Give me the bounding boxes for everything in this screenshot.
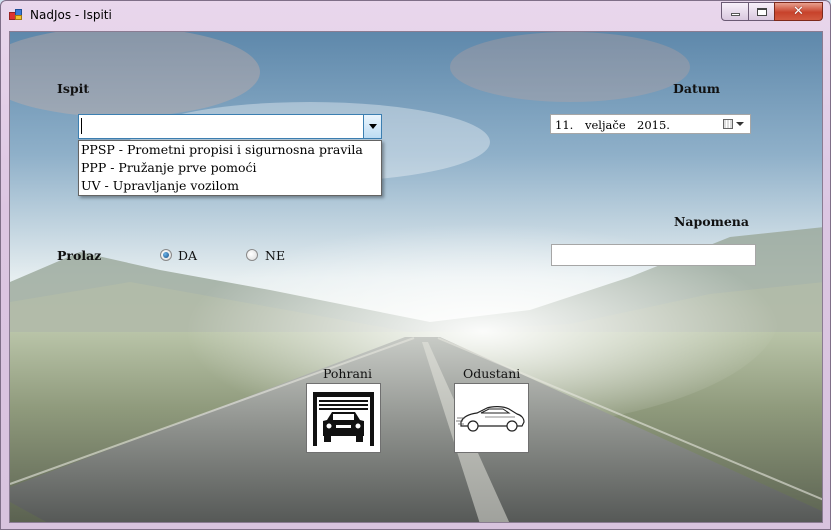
radio-ne[interactable] [246, 249, 258, 261]
app-icon[interactable] [9, 9, 23, 21]
sports-car-icon [456, 406, 525, 432]
prolaz-label: Prolaz [57, 248, 102, 263]
date-day[interactable]: 11. [555, 118, 573, 132]
dropdown-option-ppp[interactable]: PPP - Pružanje prve pomoći [79, 159, 381, 177]
napomena-input[interactable] [551, 244, 756, 266]
odustani-button[interactable] [454, 383, 529, 453]
radio-ne-label[interactable]: NE [265, 248, 285, 263]
dropdown-option-ppsp[interactable]: PPSP - Prometni propisi i sigurnosna pra… [79, 141, 381, 159]
app-window: NadJos - Ispiti ✕ Ispit Datum PPSP - Pro… [0, 0, 831, 530]
text-caret [81, 118, 82, 134]
date-dropdown-button[interactable] [723, 117, 747, 131]
ispit-label: Ispit [57, 81, 90, 96]
radio-da[interactable] [160, 249, 172, 261]
datum-date-picker[interactable]: 11. veljače 2015. [550, 114, 751, 134]
napomena-label: Napomena [674, 214, 749, 229]
ispit-dropdown-button[interactable] [363, 115, 381, 138]
road-background-image [10, 32, 822, 522]
minimize-icon [730, 13, 740, 16]
radio-da-label[interactable]: DA [178, 248, 197, 263]
garage-car-icon [313, 392, 374, 446]
odustani-label: Odustani [463, 366, 521, 381]
close-icon: ✕ [793, 4, 804, 19]
chevron-down-icon [736, 122, 744, 126]
ispit-dropdown-list: PPSP - Prometni propisi i sigurnosna pra… [78, 140, 382, 196]
date-month[interactable]: veljače [585, 118, 626, 132]
chevron-down-icon [368, 124, 377, 129]
maximize-icon [756, 7, 767, 16]
date-year[interactable]: 2015. [637, 118, 670, 132]
pohrani-label: Pohrani [323, 366, 372, 381]
maximize-button[interactable] [748, 2, 775, 21]
datum-label: Datum [673, 81, 721, 96]
form-client-area: Ispit Datum PPSP - Prometni propisi i si… [9, 31, 823, 523]
window-title: NadJos - Ispiti [30, 8, 112, 22]
pohrani-button[interactable] [306, 383, 381, 453]
dropdown-option-uv[interactable]: UV - Upravljanje vozilom [79, 177, 381, 195]
title-bar[interactable]: NadJos - Ispiti ✕ [1, 1, 830, 31]
close-button[interactable]: ✕ [774, 2, 823, 21]
calendar-icon [723, 119, 733, 129]
ispit-combobox[interactable] [78, 114, 382, 139]
minimize-button[interactable] [721, 2, 749, 21]
